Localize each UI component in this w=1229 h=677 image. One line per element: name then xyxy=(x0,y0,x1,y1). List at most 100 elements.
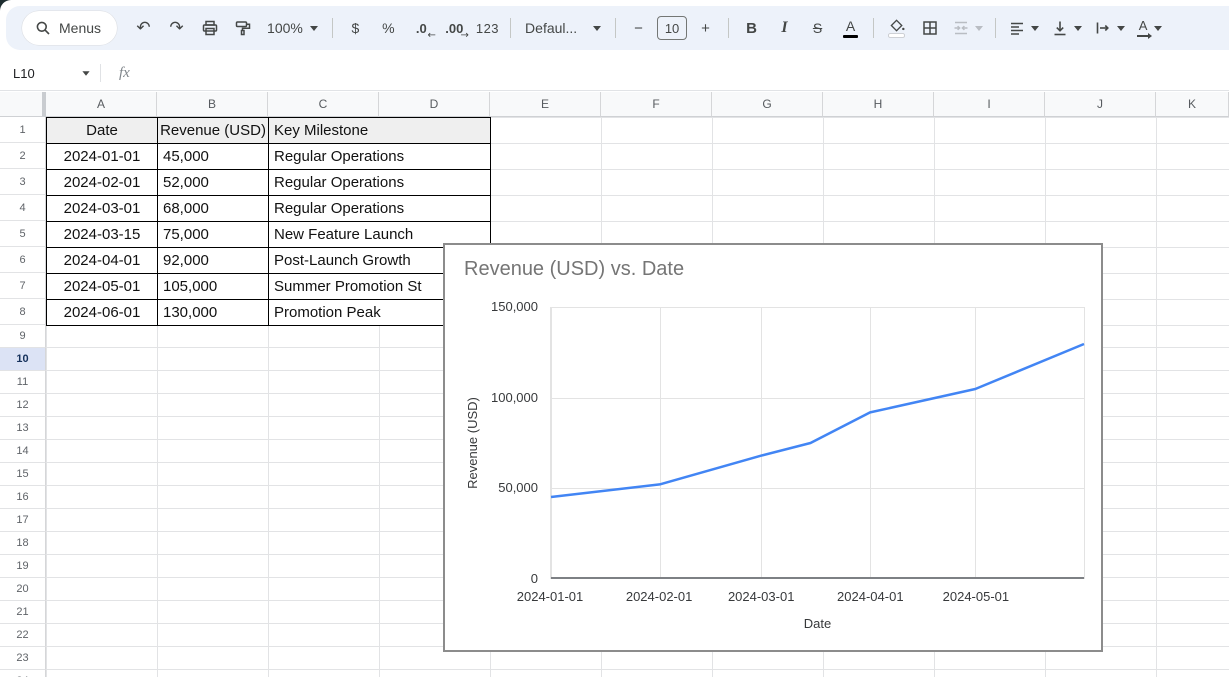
merge-cells-control[interactable] xyxy=(946,11,989,45)
chart-card[interactable]: Revenue (USD) vs. Date Revenue (USD) 050… xyxy=(443,243,1103,652)
cell-revenue[interactable]: 92,000 xyxy=(158,248,269,274)
redo-button[interactable]: ↷ xyxy=(160,11,193,45)
header-cell-milestone[interactable]: Key Milestone xyxy=(269,118,491,144)
row-header-22[interactable]: 22 xyxy=(0,624,46,647)
row-header-21[interactable]: 21 xyxy=(0,601,46,624)
decrease-font-size-button[interactable]: − xyxy=(622,11,655,45)
row-header-4[interactable]: 4 xyxy=(0,195,46,221)
column-header-A[interactable]: A xyxy=(46,92,157,117)
text-rotation-control[interactable]: A xyxy=(1131,11,1168,45)
cell-milestone[interactable]: Regular Operations xyxy=(269,144,491,170)
print-button[interactable] xyxy=(193,11,226,45)
cell-date[interactable]: 2024-04-01 xyxy=(47,248,158,274)
row-header-5[interactable]: 5 xyxy=(0,221,46,247)
increase-font-size-button[interactable]: + xyxy=(689,11,722,45)
text-wrapping-control[interactable] xyxy=(1088,11,1131,45)
borders-icon xyxy=(921,19,939,37)
row-header-18[interactable]: 18 xyxy=(0,532,46,555)
horizontal-align-control[interactable] xyxy=(1002,11,1045,45)
cell-revenue[interactable]: 52,000 xyxy=(158,170,269,196)
row-header-2[interactable]: 2 xyxy=(0,143,46,169)
table-row: 2024-04-0192,000Post-Launch Growth xyxy=(47,248,491,274)
row-header-15[interactable]: 15 xyxy=(0,463,46,486)
cell-date[interactable]: 2024-03-15 xyxy=(47,222,158,248)
strikethrough-button[interactable]: S xyxy=(801,11,834,45)
column-header-K[interactable]: K xyxy=(1156,92,1229,117)
vertical-align-icon xyxy=(1051,19,1069,37)
y-tick-label: 100,000 xyxy=(491,390,538,406)
zoom-control[interactable]: 100% xyxy=(259,11,326,45)
italic-button[interactable]: I xyxy=(768,11,801,45)
cell-revenue[interactable]: 105,000 xyxy=(158,274,269,300)
chevron-down-icon xyxy=(82,71,89,76)
column-headers: ABCDEFGHIJK xyxy=(46,92,1229,117)
row-header-8[interactable]: 8 xyxy=(0,299,46,325)
row-header-3[interactable]: 3 xyxy=(0,169,46,195)
row-header-9[interactable]: 9 xyxy=(0,325,46,348)
cell-date[interactable]: 2024-03-01 xyxy=(47,196,158,222)
cell-date[interactable]: 2024-01-01 xyxy=(47,144,158,170)
chevron-down-icon xyxy=(1154,26,1162,31)
search-icon xyxy=(35,20,51,36)
name-box[interactable]: L10 xyxy=(0,66,100,81)
cell-date[interactable]: 2024-05-01 xyxy=(47,274,158,300)
cell-revenue[interactable]: 75,000 xyxy=(158,222,269,248)
cell-revenue[interactable]: 45,000 xyxy=(158,144,269,170)
row-header-11[interactable]: 11 xyxy=(0,371,46,394)
row-header-13[interactable]: 13 xyxy=(0,417,46,440)
font-size-input[interactable]: 10 xyxy=(657,16,687,40)
row-header-1[interactable]: 1 xyxy=(0,117,46,143)
fill-color-button[interactable] xyxy=(880,11,913,45)
formula-bar: L10 fx xyxy=(0,56,1229,91)
more-formats-button[interactable]: 123 xyxy=(471,11,504,45)
header-cell-date[interactable]: Date xyxy=(47,118,158,144)
cell-date[interactable]: 2024-02-01 xyxy=(47,170,158,196)
x-axis-title: Date xyxy=(550,616,1085,631)
paint-format-button[interactable] xyxy=(226,11,259,45)
cell-milestone[interactable]: Regular Operations xyxy=(269,170,491,196)
decrease-decimals-button[interactable]: .0 ← xyxy=(405,11,438,45)
row-header-16[interactable]: 16 xyxy=(0,486,46,509)
bold-button[interactable]: B xyxy=(735,11,768,45)
format-currency-button[interactable]: $ xyxy=(339,11,372,45)
column-header-I[interactable]: I xyxy=(934,92,1045,117)
align-left-icon xyxy=(1008,19,1026,37)
cell-revenue[interactable]: 130,000 xyxy=(158,300,269,326)
column-header-G[interactable]: G xyxy=(712,92,823,117)
column-header-E[interactable]: E xyxy=(490,92,601,117)
column-header-D[interactable]: D xyxy=(379,92,490,117)
row-header-7[interactable]: 7 xyxy=(0,273,46,299)
column-header-H[interactable]: H xyxy=(823,92,934,117)
row-header-19[interactable]: 19 xyxy=(0,555,46,578)
spreadsheet-app: Menus ↶ ↷ 100% $ % .0 ← .00 → 123 xyxy=(0,0,1229,677)
chevron-down-icon xyxy=(1031,26,1039,31)
increase-decimals-button[interactable]: .00 → xyxy=(438,11,471,45)
column-header-B[interactable]: B xyxy=(157,92,268,117)
menus-search-button[interactable]: Menus xyxy=(22,11,117,45)
row-header-6[interactable]: 6 xyxy=(0,247,46,273)
chevron-down-icon xyxy=(310,26,318,31)
row-header-14[interactable]: 14 xyxy=(0,440,46,463)
cell-revenue[interactable]: 68,000 xyxy=(158,196,269,222)
fill-color-swatch xyxy=(889,34,904,37)
cell-date[interactable]: 2024-06-01 xyxy=(47,300,158,326)
vertical-align-control[interactable] xyxy=(1045,11,1088,45)
row-header-20[interactable]: 20 xyxy=(0,578,46,601)
font-family-select[interactable]: Defaul... xyxy=(517,11,609,45)
x-tick-label: 2024-04-01 xyxy=(828,589,912,604)
row-header-10[interactable]: 10 xyxy=(0,348,46,371)
row-header-12[interactable]: 12 xyxy=(0,394,46,417)
column-header-J[interactable]: J xyxy=(1045,92,1156,117)
text-color-button[interactable]: A xyxy=(834,11,867,45)
row-header-17[interactable]: 17 xyxy=(0,509,46,532)
header-cell-revenue[interactable]: Revenue (USD) xyxy=(158,118,269,144)
borders-button[interactable] xyxy=(913,11,946,45)
cell-milestone[interactable]: Regular Operations xyxy=(269,196,491,222)
select-all-corner[interactable] xyxy=(0,92,46,117)
format-percent-button[interactable]: % xyxy=(372,11,405,45)
column-header-C[interactable]: C xyxy=(268,92,379,117)
undo-button[interactable]: ↶ xyxy=(127,11,160,45)
row-header-23[interactable]: 23 xyxy=(0,647,46,670)
row-header-24[interactable]: 24 xyxy=(0,670,46,677)
column-header-F[interactable]: F xyxy=(601,92,712,117)
